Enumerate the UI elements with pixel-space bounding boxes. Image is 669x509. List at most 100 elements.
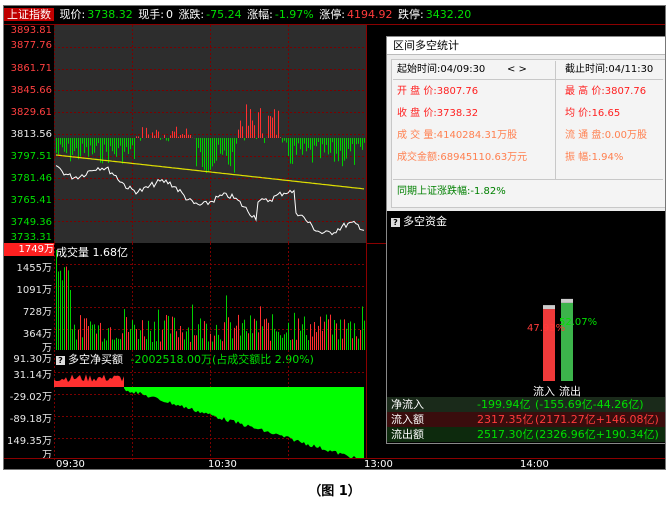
price-bar [158, 131, 159, 138]
volume-bar [184, 339, 185, 350]
volume-bar [332, 334, 333, 350]
time-nav-buttons[interactable]: < > [507, 63, 527, 77]
flow-positive-area [54, 374, 124, 387]
price-bar [176, 126, 177, 138]
volume-bar [252, 333, 253, 350]
volume-bar [352, 338, 353, 350]
index-name[interactable]: 上证指数 [4, 8, 54, 21]
price-bar [290, 138, 291, 164]
volume-bar [128, 331, 129, 350]
funds-panel: ? 多空资金 47.93% 52.07% 流入 流出 净流入 -199.94亿 (… [387, 211, 665, 443]
pct-value: -1.97% [274, 8, 314, 21]
volume-bar [182, 332, 183, 350]
outflow-bar-cap [561, 298, 573, 303]
volume-bar [56, 250, 57, 350]
quote-header: 上证指数 现价: 3738.32 现手: 0 涨跌: -75.24 涨幅: -1.97%… [4, 6, 665, 25]
price-bar [72, 138, 73, 155]
volume-bar [124, 309, 125, 350]
price-bar [218, 138, 219, 145]
price-bar [58, 138, 59, 155]
price-bar [226, 138, 227, 156]
volume-bar [132, 320, 133, 350]
price-bar [270, 116, 271, 138]
stats-divider [393, 179, 663, 180]
net-inflow-value: -199.94亿 [477, 398, 531, 411]
volume-bar [316, 332, 317, 350]
volume-bar [268, 322, 269, 350]
volume-bar [180, 325, 181, 350]
volume-bar [194, 335, 195, 350]
volume-bar [72, 329, 73, 350]
volume-bar [78, 329, 79, 350]
flow-chart[interactable] [54, 350, 366, 460]
volume-bar [96, 333, 97, 350]
price-bar [320, 138, 321, 159]
volume-bar [336, 323, 337, 350]
deal-volume: 成 交 量:4140284.31万股 [397, 130, 518, 141]
price-tick: 3829.61 [10, 107, 52, 118]
price-bar [242, 126, 243, 138]
price-bar [82, 138, 83, 144]
volume-chart[interactable] [54, 243, 366, 350]
volume-bar [140, 330, 141, 350]
price-label: 现价: [59, 8, 86, 21]
price-bar [130, 138, 131, 150]
price-bar [84, 138, 85, 153]
volume-bar [156, 341, 157, 350]
price-bar [174, 131, 175, 138]
volume-bar [148, 320, 149, 350]
price-bar [88, 138, 89, 157]
volume-bar [62, 280, 63, 350]
price-bar [222, 138, 223, 155]
price-bar [350, 138, 351, 152]
volume-bar [174, 317, 175, 350]
price-bar [268, 115, 269, 138]
price-bar [276, 134, 277, 138]
volume-tick: 728万 [22, 307, 52, 318]
change-value: -75.24 [206, 8, 242, 21]
volume-bar [114, 339, 115, 350]
volume-bar [152, 341, 153, 350]
inflow-amount-value: 2317.35亿 [477, 413, 534, 426]
volume-bar [104, 338, 105, 350]
volume-bar [210, 333, 211, 350]
volume-bar [254, 318, 255, 350]
popup-title[interactable]: 区间多空统计 [387, 37, 665, 55]
volume-bar [110, 327, 111, 350]
inflow-amount-label: 流入额 [391, 413, 424, 426]
volume-bar [270, 340, 271, 350]
limitup-label: 涨停: [319, 8, 345, 21]
price-bar [260, 108, 261, 138]
outflow-bar [561, 302, 573, 381]
price-bar [232, 138, 233, 153]
volume-bar [144, 336, 145, 350]
price-tick: 3749.36 [10, 217, 52, 228]
price-bar [278, 110, 279, 138]
price-chart[interactable] [54, 25, 366, 243]
volume-bar [360, 329, 361, 350]
price-bar [160, 138, 161, 140]
price-bar [198, 138, 199, 148]
volume-bar [248, 333, 249, 350]
volume-bar [304, 316, 305, 350]
price-bar [262, 133, 263, 138]
volume-bar [188, 327, 189, 350]
outflow-pct: 52.07% [559, 317, 598, 328]
volume-bar [214, 335, 215, 350]
price-bar [330, 138, 331, 153]
volume-bar [66, 266, 67, 350]
volume-bar [288, 322, 289, 350]
volume-bar [196, 335, 197, 350]
price-bar [120, 138, 121, 146]
price-bar [288, 138, 289, 156]
price-bar [148, 134, 149, 138]
interval-stats-popup[interactable]: 区间多空统计 起始时间:04/09:30 < > 截止时间:04/11:30 开… [386, 36, 665, 444]
amplitude: 振 幅:1.94% [565, 152, 624, 163]
price-bar [92, 138, 93, 155]
price-bar [186, 128, 187, 138]
price-bar [236, 138, 237, 144]
volume-bar [212, 341, 213, 350]
price-bar [208, 138, 209, 172]
volume-bar [238, 314, 239, 350]
price-bar [274, 109, 275, 138]
